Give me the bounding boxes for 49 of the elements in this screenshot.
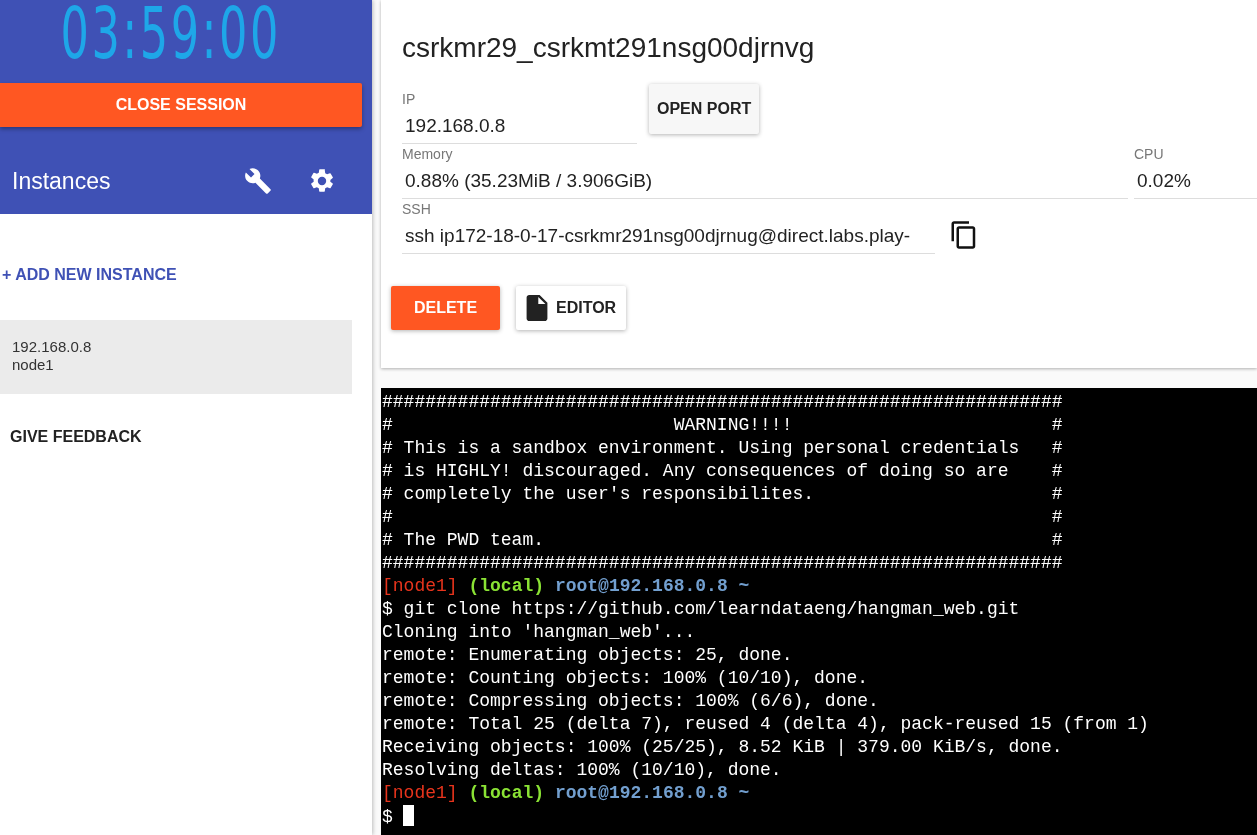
prompt-env: (local) (468, 783, 545, 803)
terminal-line: Cloning into 'hangman_web'... (382, 621, 697, 644)
terminal-line: $ git clone https://github.com/learndataeng/hangman_web.git (382, 598, 1021, 621)
terminal[interactable] (381, 388, 1257, 835)
instance-ip: 192.168.0.8 (12, 338, 92, 356)
prompt-symbol: $ (382, 807, 393, 827)
instances-title: Instances (12, 167, 112, 195)
copy-icon[interactable] (950, 220, 978, 250)
field-label: Memory (402, 146, 454, 162)
editor-button[interactable]: EDITOR (516, 286, 627, 330)
file-icon (526, 295, 548, 321)
prompt-dir: ~ (738, 783, 750, 803)
session-timer: 03:59:00 (60, 0, 282, 62)
prompt-env: (local) (468, 576, 545, 596)
terminal-line: # This is a sandbox environment. Using personal credentials # (382, 437, 1064, 460)
terminal-line: remote: Total 25 (delta 7), reused 4 (delta 4), pack-reused 15 (from 1) (382, 713, 1150, 736)
field-label: IP (402, 91, 417, 107)
prompt-host: root@192.168.0.8 (554, 783, 728, 803)
terminal-line: remote: Compressing objects: 100% (6/6), done. (382, 690, 880, 713)
field-value: 0.02% (1134, 162, 1257, 199)
terminal-line: Resolving deltas: 100% (10/10), done. (382, 759, 783, 782)
field-value: ssh ip172-18-0-17-csrkmr291nsg00djrnug@direct.labs.play- (402, 217, 935, 254)
settings-icon[interactable] (308, 167, 336, 195)
terminal-line: # # (382, 506, 1064, 529)
prompt-dir: ~ (738, 576, 750, 596)
instance-title: csrkmr29_csrkmt291nsg00djrnvg (402, 32, 816, 64)
prompt-machine-label: [node1] (382, 783, 458, 803)
terminal-line: ############################################################### (382, 391, 1064, 414)
prompt-machine-label: [node1] (382, 576, 458, 596)
terminal-line: # WARNING!!!! # (382, 414, 1064, 437)
terminal-line: # The PWD team. # (382, 529, 1064, 552)
terminal-line: remote: Enumerating objects: 25, done. (382, 644, 794, 667)
terminal-line: # completely the user's responsibilites. # (382, 483, 1064, 506)
open-port-button[interactable]: OPEN PORT (649, 84, 760, 134)
field-label: SSH (402, 201, 432, 217)
feedback-link[interactable]: GIVE FEEDBACK (10, 428, 142, 446)
terminal-cursor (402, 805, 414, 826)
terminal-line: remote: Counting objects: 100% (10/10), done. (382, 667, 870, 690)
terminal-line: ############################################################### (382, 552, 1064, 575)
prompt-host: root@192.168.0.8 (554, 576, 728, 596)
instance-name: node1 (12, 356, 54, 374)
field-value: 0.88% (35.23MiB / 3.906GiB) (402, 162, 1128, 199)
terminal-line: Receiving objects: 100% (25/25), 8.52 KiB | 379.00 KiB/s, done. (382, 736, 1064, 759)
add-instance-link[interactable]: + ADD NEW INSTANCE (2, 266, 177, 284)
instance-item[interactable]: 192.168.0.8 node1 (0, 320, 352, 394)
field-label: CPU (1134, 146, 1165, 162)
field-value: 192.168.0.8 (402, 107, 637, 144)
wrench-icon[interactable] (244, 167, 272, 195)
terminal-line: # is HIGHLY! discouraged. Any consequences of doing so are # (382, 460, 1064, 483)
